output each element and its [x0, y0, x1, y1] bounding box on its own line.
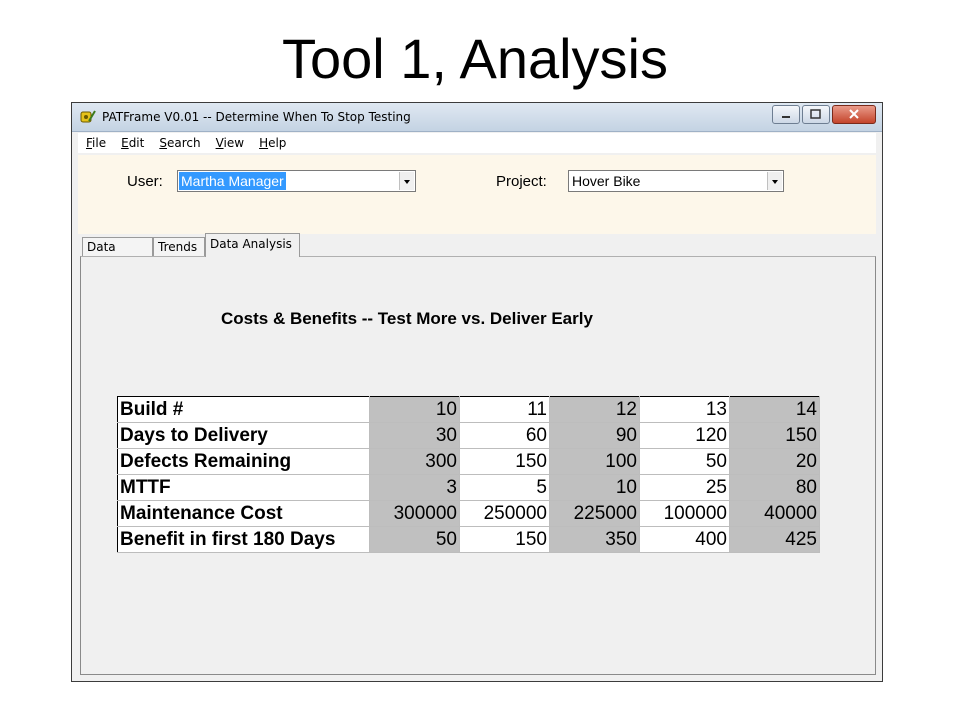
table-row: Maintenance Cost 300000 250000 225000 100000… — [117, 500, 820, 527]
menu-view[interactable]: View — [208, 133, 251, 153]
menu-edit[interactable]: Edit — [113, 133, 151, 153]
table-cell: 60 — [459, 422, 550, 449]
maximize-button[interactable] — [802, 105, 830, 124]
menu-view-accel: V — [215, 136, 224, 150]
row-label: Defects Remaining — [117, 448, 370, 475]
minimize-icon — [782, 116, 790, 118]
close-button[interactable] — [832, 105, 876, 124]
table-cell: 250000 — [459, 500, 550, 527]
table-cell: 100 — [549, 448, 640, 475]
table-cell: 12 — [549, 396, 640, 423]
project-value: Hover Bike — [572, 173, 641, 189]
menu-help[interactable]: Help — [251, 133, 293, 153]
table-cell: 30 — [369, 422, 460, 449]
row-label: Days to Delivery — [117, 422, 370, 449]
table-cell: 40000 — [729, 500, 820, 527]
selection-panel: User: Martha Manager Project: Hover Bike — [78, 155, 876, 234]
menu-file-label: ile — [92, 136, 107, 150]
table-cell: 5 — [459, 474, 550, 501]
tab-data-analysis[interactable]: Data Analysis — [205, 233, 300, 257]
menu-help-label: elp — [268, 136, 287, 150]
tab-data-input[interactable]: Data Input — [82, 237, 153, 273]
row-label: MTTF — [117, 474, 370, 501]
tape-measure-icon — [80, 110, 96, 123]
menu-help-accel: H — [259, 136, 269, 150]
analysis-panel: Costs & Benefits -- Test More vs. Delive… — [80, 256, 876, 675]
table-cell: 10 — [549, 474, 640, 501]
table-cell: 50 — [639, 448, 730, 475]
minimize-button[interactable] — [772, 105, 800, 124]
slide-title: Tool 1, Analysis — [282, 27, 668, 90]
menu-search-label: earch — [166, 136, 201, 150]
menu-file[interactable]: File — [78, 133, 113, 153]
table-row: Days to Delivery 30 60 90 120 150 — [117, 422, 820, 449]
table-cell: 400 — [639, 526, 730, 553]
project-dropdown[interactable]: Hover Bike — [568, 170, 784, 192]
menu-edit-accel: E — [121, 136, 129, 150]
table-cell: 25 — [639, 474, 730, 501]
menu-search[interactable]: Search — [151, 133, 207, 153]
menu-bar: File Edit Search View Help — [78, 133, 876, 153]
table-cell: 425 — [729, 526, 820, 553]
table-cell: 225000 — [549, 500, 640, 527]
menu-search-accel: S — [159, 136, 167, 150]
user-dropdown[interactable]: Martha Manager — [177, 170, 416, 192]
table-cell: 350 — [549, 526, 640, 553]
table-cell: 90 — [549, 422, 640, 449]
table-cell: 100000 — [639, 500, 730, 527]
table-row: Build #10 11 12 13 14 — [117, 396, 820, 423]
table-row: MTTF 3 5 10 25 80 — [117, 474, 820, 501]
chevron-down-icon[interactable] — [767, 172, 782, 190]
table-cell: 14 — [729, 396, 820, 423]
table-row: Benefit in first 180 Days 50 150 350 400 425 — [117, 526, 820, 553]
cost-benefit-table: Build #10 11 12 13 14 Days to Delivery 30 60 90 1… — [117, 396, 820, 553]
table-cell: 20 — [729, 448, 820, 475]
window-title: PATFrame V0.01 -- Determine When To Stop… — [102, 110, 411, 124]
table-cell: 150 — [729, 422, 820, 449]
menu-view-label: iew — [223, 136, 245, 150]
table-cell: 150 — [459, 448, 550, 475]
row-label: Benefit in first 180 Days — [117, 526, 370, 553]
project-label: Project: — [496, 173, 547, 190]
table-cell: 11 — [459, 396, 550, 423]
table-cell: 150 — [459, 526, 550, 553]
table-cell: 80 — [729, 474, 820, 501]
title-bar[interactable]: PATFrame V0.01 -- Determine When To Stop… — [72, 103, 882, 132]
table-cell: 3 — [369, 474, 460, 501]
table-cell: 10 — [369, 396, 460, 423]
user-value: Martha Manager — [179, 172, 286, 190]
chevron-down-icon[interactable] — [399, 172, 414, 190]
close-icon — [849, 109, 859, 119]
maximize-icon — [810, 109, 821, 119]
table-row: Defects Remaining 300 150 100 50 20 — [117, 448, 820, 475]
table-cell: 50 — [369, 526, 460, 553]
table-cell: 300 — [369, 448, 460, 475]
analysis-title: Costs & Benefits -- Test More vs. Delive… — [221, 309, 593, 328]
table-cell: 13 — [639, 396, 730, 423]
app-window: PATFrame V0.01 -- Determine When To Stop… — [71, 102, 883, 682]
user-label: User: — [127, 173, 163, 190]
table-cell: 300000 — [369, 500, 460, 527]
menu-edit-label: dit — [128, 136, 145, 150]
row-label: Build # — [117, 396, 370, 423]
tab-trends[interactable]: Trends — [153, 237, 205, 256]
table-cell: 120 — [639, 422, 730, 449]
row-label: Maintenance Cost — [117, 500, 370, 527]
